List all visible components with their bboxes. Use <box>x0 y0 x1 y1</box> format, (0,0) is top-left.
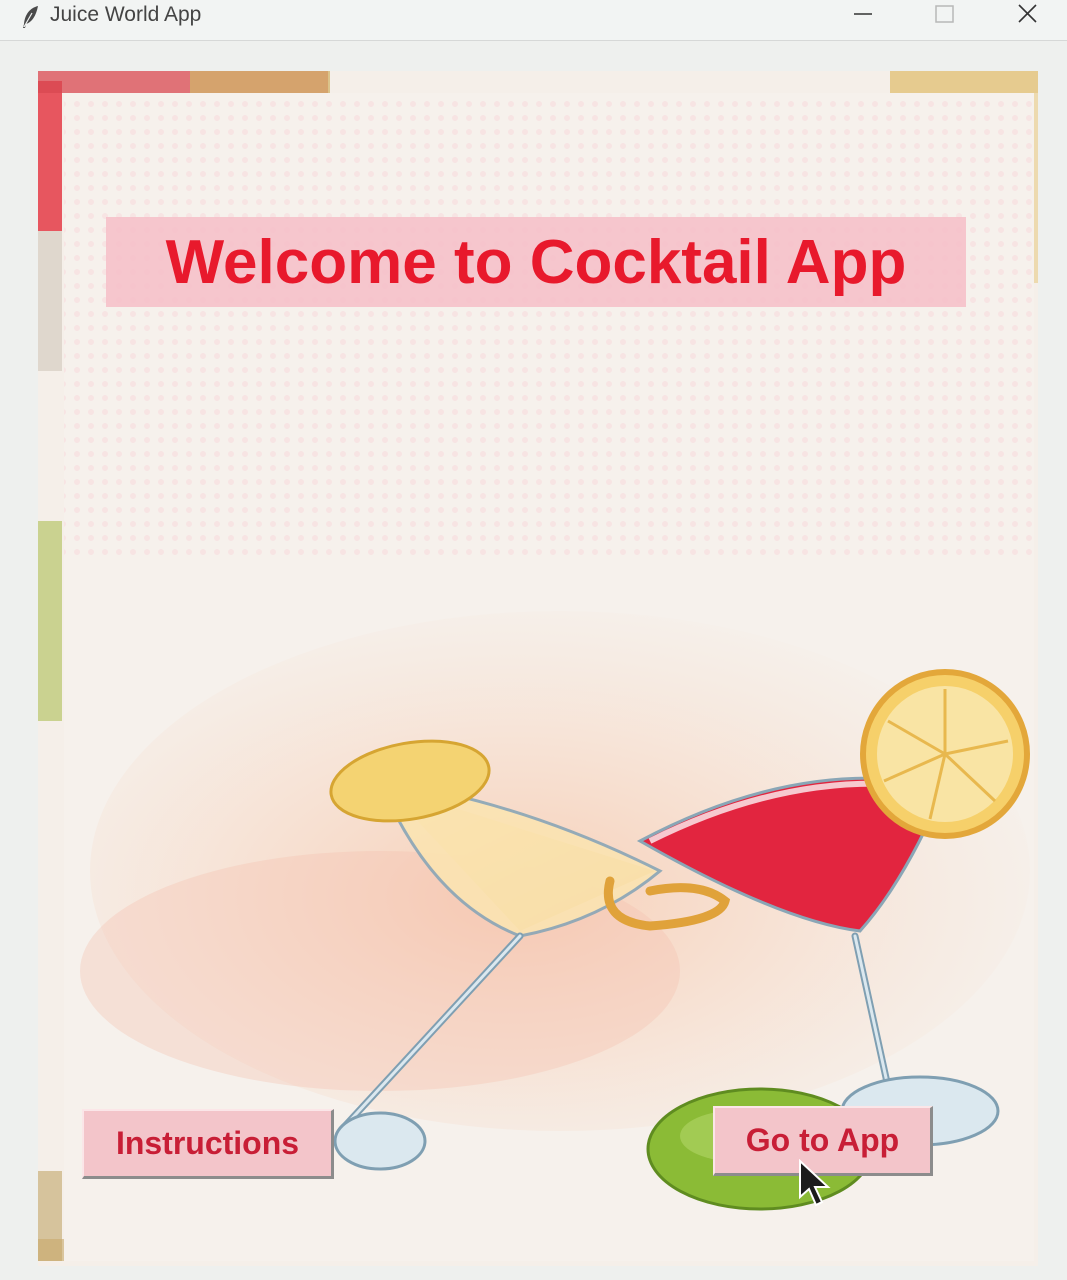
minimize-icon <box>854 13 872 15</box>
app-canvas: Welcome to Cocktail App Instructions Go … <box>0 41 1067 1280</box>
maximize-button[interactable] <box>915 0 975 34</box>
welcome-heading: Welcome to Cocktail App <box>106 217 966 307</box>
maximize-icon <box>935 5 954 23</box>
minimize-button[interactable] <box>832 0 892 34</box>
close-icon <box>1018 4 1037 23</box>
window-title: Juice World App <box>50 3 202 26</box>
instructions-button[interactable]: Instructions <box>82 1109 334 1179</box>
mouse-cursor-icon <box>799 1159 831 1207</box>
feather-icon <box>20 4 42 30</box>
close-button[interactable] <box>998 0 1058 34</box>
window-titlebar: Juice World App <box>0 0 1067 41</box>
